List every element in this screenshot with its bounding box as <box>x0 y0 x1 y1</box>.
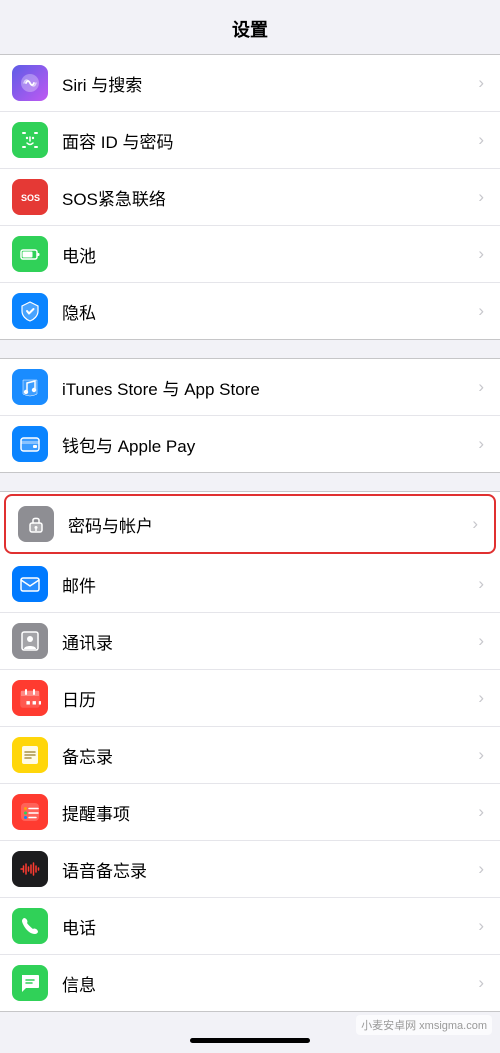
reminders-icon <box>12 794 48 830</box>
row-phone[interactable]: 电话 › <box>0 898 500 955</box>
battery-label: 电池 <box>62 242 472 267</box>
row-messages[interactable]: 信息 › <box>0 955 500 1011</box>
phone-label: 电话 <box>62 914 472 939</box>
siri-icon <box>12 65 48 101</box>
faceid-label: 面容 ID 与密码 <box>62 128 472 153</box>
chevron-icon: › <box>478 916 484 936</box>
chevron-icon: › <box>472 514 478 534</box>
voicememo-icon <box>12 851 48 887</box>
calendar-label: 日历 <box>62 686 472 711</box>
chevron-icon: › <box>478 301 484 321</box>
chevron-icon: › <box>478 688 484 708</box>
page-title: 设置 <box>0 0 500 54</box>
chevron-icon: › <box>478 574 484 594</box>
chevron-icon: › <box>478 73 484 93</box>
siri-label: Siri 与搜索 <box>62 71 472 96</box>
svg-text:■ ■ ■: ■ ■ ■ <box>26 700 41 707</box>
row-contacts[interactable]: 通讯录 › <box>0 613 500 670</box>
row-reminders[interactable]: 提醒事项 › <box>0 784 500 841</box>
sos-label: SOS紧急联络 <box>62 185 472 210</box>
chevron-icon: › <box>478 859 484 879</box>
itunes-label: iTunes Store 与 App Store <box>62 375 472 400</box>
passwords-label: 密码与帐户 <box>68 512 466 537</box>
home-bar <box>190 1038 310 1043</box>
svg-text:SOS: SOS <box>21 193 40 203</box>
row-passwords[interactable]: 密码与帐户 › <box>4 494 496 554</box>
messages-label: 信息 <box>62 971 472 996</box>
faceid-icon <box>12 122 48 158</box>
sos-icon: SOS <box>12 179 48 215</box>
row-wallet[interactable]: 钱包与 Apple Pay › <box>0 416 500 472</box>
row-faceid[interactable]: 面容 ID 与密码 › <box>0 112 500 169</box>
itunes-icon <box>12 369 48 405</box>
voicememo-label: 语音备忘录 <box>62 857 472 882</box>
chevron-icon: › <box>478 187 484 207</box>
privacy-icon <box>12 293 48 329</box>
row-voicememo[interactable]: 语音备忘录 › <box>0 841 500 898</box>
chevron-icon: › <box>478 130 484 150</box>
mail-label: 邮件 <box>62 572 472 597</box>
chevron-icon: › <box>478 745 484 765</box>
privacy-label: 隐私 <box>62 299 472 324</box>
chevron-icon: › <box>478 631 484 651</box>
reminders-label: 提醒事项 <box>62 800 472 825</box>
messages-icon <box>12 965 48 1001</box>
chevron-icon: › <box>478 802 484 822</box>
battery-icon <box>12 236 48 272</box>
row-sos[interactable]: SOS SOS紧急联络 › <box>0 169 500 226</box>
calendar-icon: ■ ■ ■ <box>12 680 48 716</box>
chevron-icon: › <box>478 244 484 264</box>
section-store: iTunes Store 与 App Store › 钱包与 Apple Pay… <box>0 358 500 473</box>
watermark: 小麦安卓网 xmsigma.com <box>356 1015 492 1035</box>
passwords-icon <box>18 506 54 542</box>
mail-icon <box>12 566 48 602</box>
row-privacy[interactable]: 隐私 › <box>0 283 500 339</box>
row-mail[interactable]: 邮件 › <box>0 556 500 613</box>
chevron-icon: › <box>478 377 484 397</box>
contacts-label: 通讯录 <box>62 629 472 654</box>
row-battery[interactable]: 电池 › <box>0 226 500 283</box>
chevron-icon: › <box>478 434 484 454</box>
phone-icon <box>12 908 48 944</box>
contacts-icon <box>12 623 48 659</box>
chevron-icon: › <box>478 973 484 993</box>
wallet-icon <box>12 426 48 462</box>
section-system: Siri 与搜索 › 面容 ID 与密码 › SOS SOS紧急联络 › <box>0 54 500 340</box>
notes-label: 备忘录 <box>62 743 472 768</box>
row-notes[interactable]: 备忘录 › <box>0 727 500 784</box>
wallet-label: 钱包与 Apple Pay <box>62 432 472 457</box>
notes-icon <box>12 737 48 773</box>
section-apps: 密码与帐户 › 邮件 › 通讯录 › <box>0 491 500 1012</box>
row-siri[interactable]: Siri 与搜索 › <box>0 55 500 112</box>
row-itunes[interactable]: iTunes Store 与 App Store › <box>0 359 500 416</box>
row-calendar[interactable]: ■ ■ ■ 日历 › <box>0 670 500 727</box>
